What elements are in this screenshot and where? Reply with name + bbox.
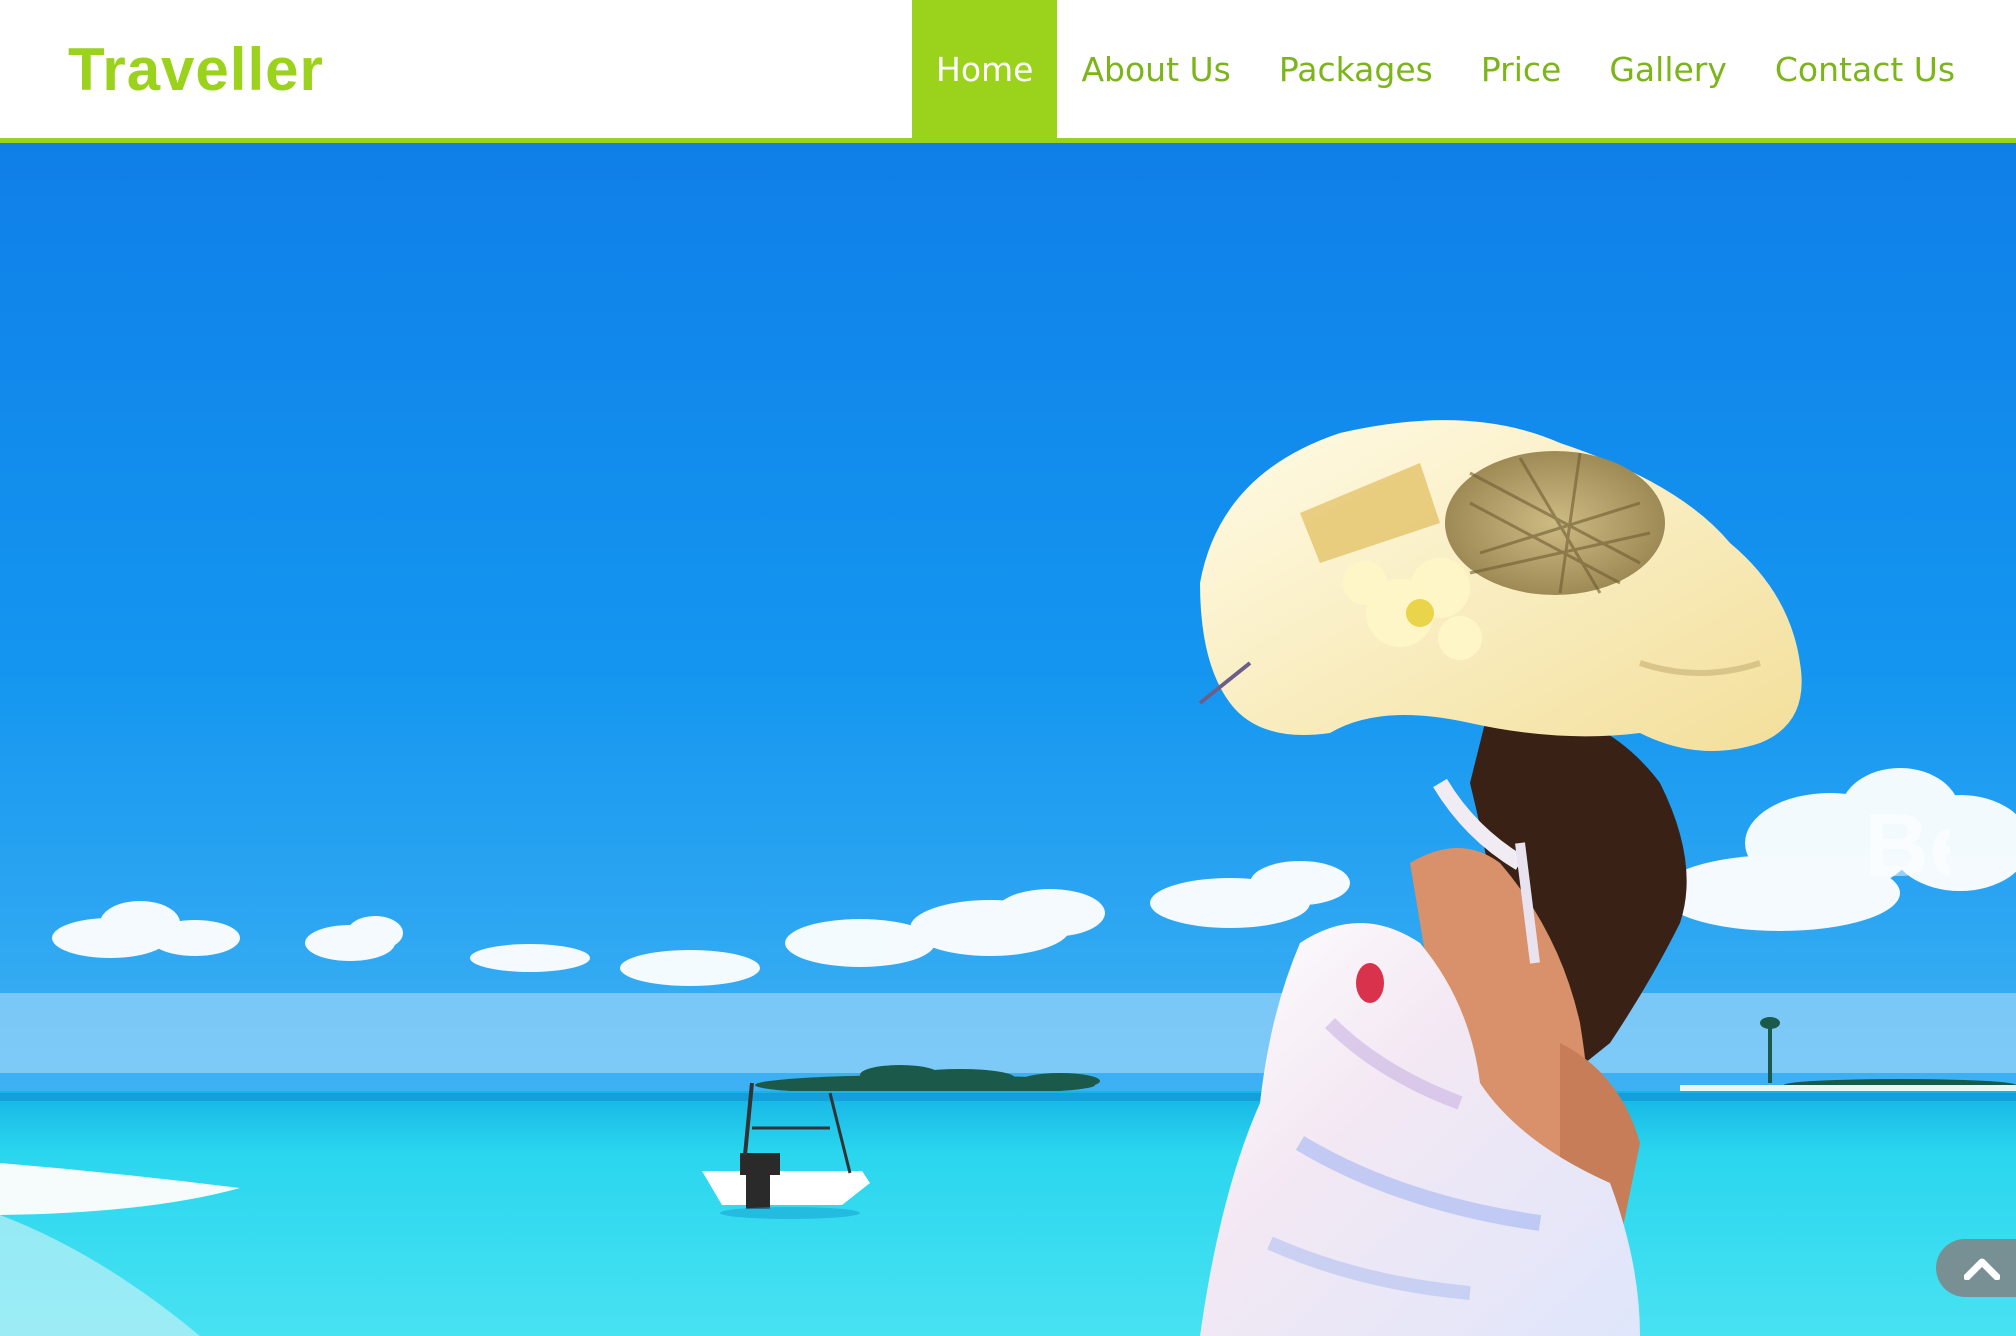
scroll-to-top-button[interactable] xyxy=(1936,1239,2016,1297)
main-nav: Home About Us Packages Price Gallery Con… xyxy=(912,0,1979,138)
nav-home[interactable]: Home xyxy=(912,0,1058,138)
hero-slider: Be xyxy=(0,143,2016,1336)
slide-caption: Be xyxy=(1864,796,1950,896)
nav-packages[interactable]: Packages xyxy=(1255,0,1457,138)
chevron-up-icon xyxy=(1964,1258,2000,1280)
site-header: Traveller Home About Us Packages Price G… xyxy=(0,0,2016,143)
nav-contact-us[interactable]: Contact Us xyxy=(1751,0,1979,138)
nav-gallery[interactable]: Gallery xyxy=(1585,0,1751,138)
nav-price[interactable]: Price xyxy=(1457,0,1586,138)
nav-about-us[interactable]: About Us xyxy=(1057,0,1254,138)
page: Traveller Home About Us Packages Price G… xyxy=(0,0,2016,1336)
hero-image xyxy=(0,143,2016,1336)
brand-logo[interactable]: Traveller xyxy=(68,32,324,108)
